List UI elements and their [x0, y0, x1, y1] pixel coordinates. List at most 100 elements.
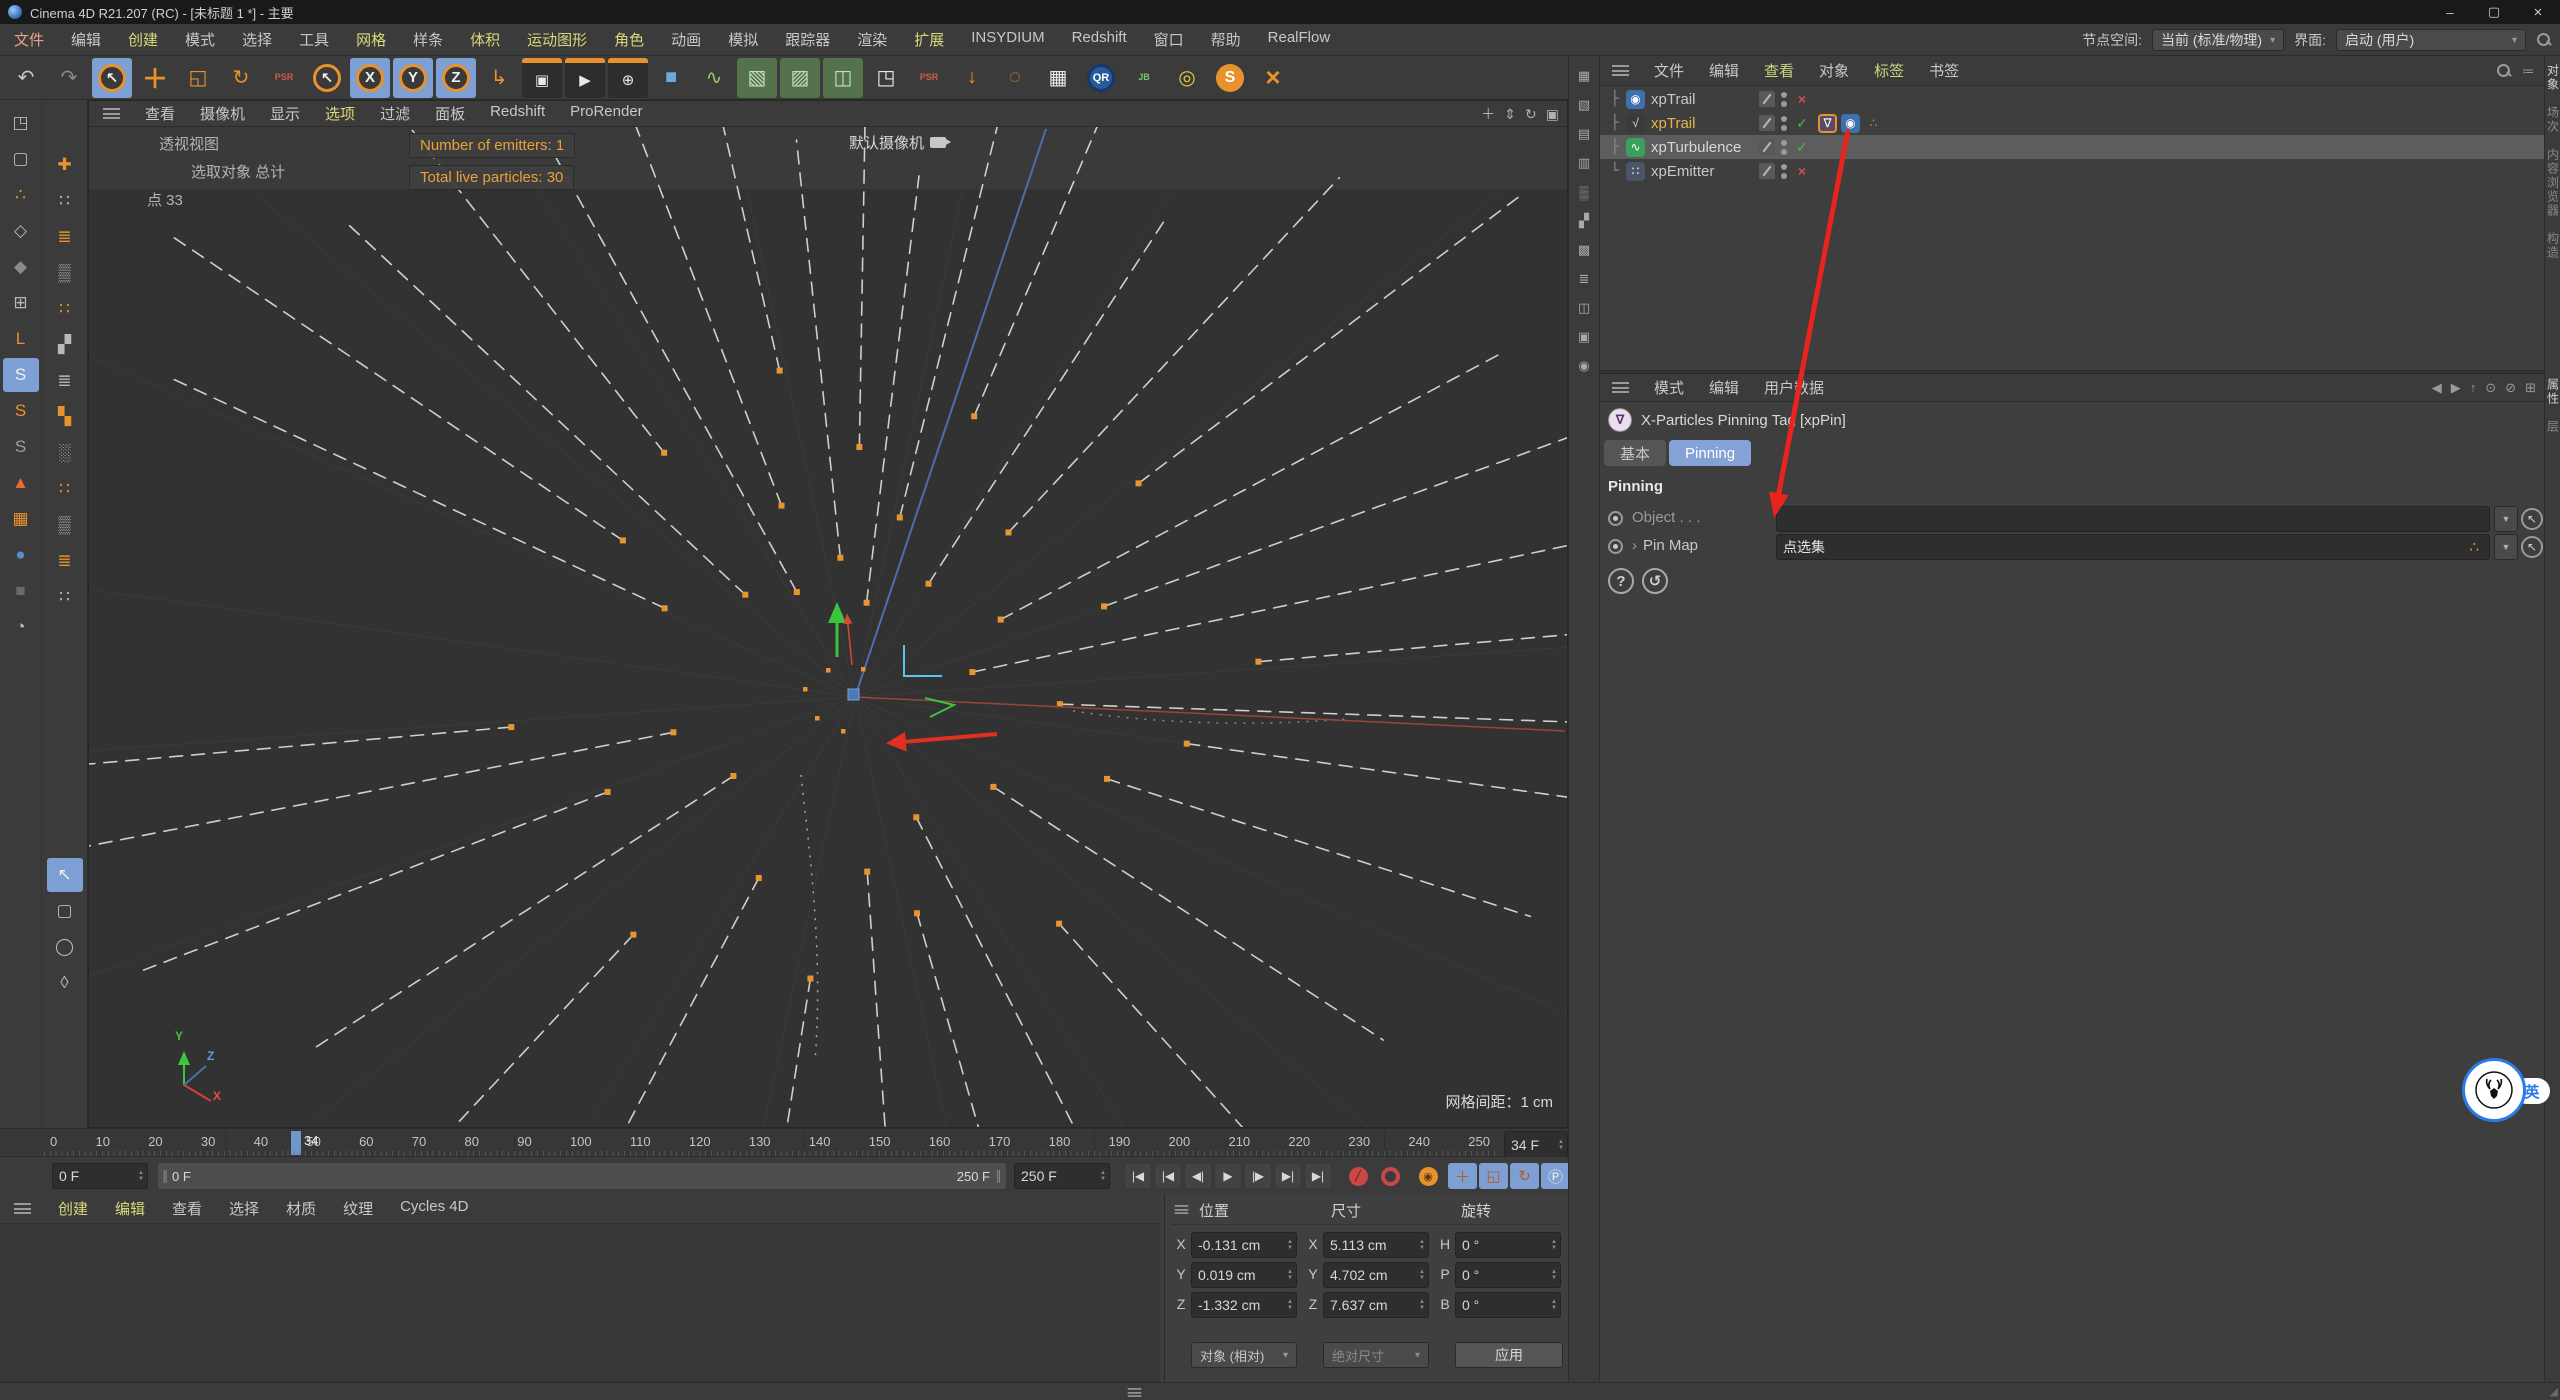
material-menu-item[interactable]: 查看 [172, 1198, 202, 1219]
prev-frame[interactable]: ◀| [1184, 1163, 1212, 1189]
menu-item[interactable]: 创建 [128, 29, 158, 50]
toolbar-button[interactable]: ◳ [866, 58, 906, 98]
menu-item[interactable]: INSYDIUM [971, 29, 1044, 50]
current-frame-field[interactable]: 34 F▲▼ [1504, 1131, 1568, 1158]
object-name[interactable]: xpTrail [1651, 91, 1759, 108]
vertical-panel-tab[interactable]: 场次 [2545, 106, 2560, 134]
toolbar-button[interactable]: ↖ [92, 58, 132, 98]
close-button[interactable]: × [2516, 0, 2560, 24]
docked-palette-icon[interactable]: ◫ [1572, 296, 1596, 320]
apply-button[interactable]: 应用 [1455, 1342, 1563, 1368]
material-menu-item[interactable]: 编辑 [115, 1198, 145, 1219]
docked-palette-icon[interactable]: ▒ [1572, 180, 1596, 204]
object-mode-select[interactable]: 对象 (相对)▾ [1191, 1342, 1297, 1368]
search-icon[interactable] [2536, 32, 2552, 48]
autokey-button[interactable] [1376, 1163, 1404, 1189]
menu-item[interactable]: 工具 [299, 29, 329, 50]
menu-item[interactable]: 帮助 [1211, 29, 1241, 50]
viewport-menu-item[interactable]: 摄像机 [200, 103, 245, 124]
palette-tool-icon[interactable]: ∷ [47, 184, 83, 218]
toolbar-button[interactable]: S [1210, 58, 1250, 98]
object-tag-icon[interactable]: ∇ [1818, 114, 1837, 133]
vertical-panel-tab[interactable]: 层 [2545, 420, 2560, 434]
toolbar-button[interactable]: Z [436, 58, 476, 98]
palette-tool-icon[interactable]: ∷ [47, 472, 83, 506]
toolbar-button[interactable]: QR [1081, 58, 1121, 98]
toolbar-button[interactable]: JB [1124, 58, 1164, 98]
viewport-menu-item[interactable]: 选项 [325, 103, 355, 124]
palette-tool-icon[interactable]: ◯ [47, 930, 83, 964]
docked-palette-icon[interactable]: ▤ [1572, 122, 1596, 146]
position-value-field[interactable]: 0.019 cm▲▼ [1191, 1262, 1297, 1288]
range-end-field[interactable]: 250 F▲▼ [1014, 1163, 1110, 1189]
object-manager-menu-item[interactable]: 编辑 [1709, 60, 1739, 81]
om-search-icon[interactable] [2496, 63, 2512, 79]
material-menu-item[interactable]: Cycles 4D [400, 1198, 468, 1219]
toolbar-button[interactable]: ▦ [1038, 58, 1078, 98]
palette-tool-icon[interactable]: ▒ [47, 508, 83, 542]
docked-palette-icon[interactable]: ▞ [1572, 209, 1596, 233]
coordinates-menu-icon[interactable] [1175, 1205, 1189, 1214]
pinmap-pick-button[interactable]: ↖ [2521, 536, 2543, 558]
attribute-nav-icon[interactable]: ▶ [2451, 380, 2461, 396]
minimize-button[interactable]: – [2428, 0, 2472, 24]
enable-check[interactable]: × [1794, 91, 1810, 107]
enable-check[interactable]: ✓ [1794, 115, 1810, 132]
palette-tool-icon[interactable]: ∷ [47, 292, 83, 326]
vertical-panel-tab[interactable]: 属性 [2545, 378, 2560, 406]
material-menu-icon[interactable] [14, 1203, 31, 1214]
toolbar-button[interactable]: ◱ [178, 58, 218, 98]
palette-tool-icon[interactable]: S [3, 358, 39, 392]
palette-tool-icon[interactable]: ▲ [3, 466, 39, 500]
menu-item[interactable]: RealFlow [1268, 29, 1331, 50]
enable-check[interactable]: × [1794, 163, 1810, 179]
menu-item[interactable]: 渲染 [857, 29, 887, 50]
size-mode-select[interactable]: 绝对尺寸▾ [1323, 1342, 1429, 1368]
docked-palette-icon[interactable]: ▧ [1572, 93, 1596, 117]
toolbar-button[interactable]: ◫ [823, 58, 863, 98]
size-value-field[interactable]: 7.637 cm▲▼ [1323, 1292, 1429, 1318]
timeline-ruler[interactable]: 0102030405060708090100110120130140150160… [0, 1128, 1600, 1156]
enable-check[interactable]: ✓ [1794, 139, 1810, 156]
material-menu-item[interactable]: 材质 [286, 1198, 316, 1219]
palette-tool-icon[interactable]: S [3, 430, 39, 464]
palette-tool-icon[interactable]: ∷ [47, 580, 83, 614]
palette-tool-icon[interactable]: ▢ [3, 142, 39, 176]
palette-tool-icon[interactable]: ≣ [47, 220, 83, 254]
palette-tool-icon[interactable]: ▢ [47, 894, 83, 928]
toolbar-button[interactable]: ↷ [49, 58, 89, 98]
attribute-tab[interactable]: Pinning [1669, 440, 1751, 466]
object-radio[interactable] [1608, 511, 1623, 526]
toolbar-button[interactable]: Y [393, 58, 433, 98]
keyframe-position[interactable]: ＋ [1448, 1163, 1477, 1189]
range-start-field[interactable]: 0 F▲▼ [52, 1163, 148, 1189]
palette-tool-icon[interactable]: ≣ [47, 544, 83, 578]
position-value-field[interactable]: -1.332 cm▲▼ [1191, 1292, 1297, 1318]
toolbar-button[interactable]: ▶ [565, 58, 605, 98]
palette-tool-icon[interactable]: L [3, 322, 39, 356]
size-value-field[interactable]: 4.702 cm▲▼ [1323, 1262, 1429, 1288]
material-menu-item[interactable]: 创建 [58, 1198, 88, 1219]
object-type-icon[interactable]: √ [1626, 114, 1645, 133]
edit-enable-toggle[interactable] [1759, 115, 1775, 131]
toggle-view-icon[interactable]: ▣ [1546, 106, 1559, 123]
menu-item[interactable]: 模式 [185, 29, 215, 50]
attribute-nav-icon[interactable]: ⊘ [2505, 380, 2516, 396]
object-row[interactable]: ├ ◉ xpTrail × [1600, 87, 2544, 111]
docked-palette-icon[interactable]: ▣ [1572, 325, 1596, 349]
menu-item[interactable]: 扩展 [914, 29, 944, 50]
object-manager-menu-item[interactable]: 查看 [1764, 60, 1794, 81]
palette-tool-icon[interactable]: ▦ [3, 502, 39, 536]
visibility-dots[interactable] [1781, 116, 1787, 131]
toolbar-button[interactable]: ▣ [522, 58, 562, 98]
palette-tool-icon[interactable]: ▞ [47, 328, 83, 362]
object-manager-menu-item[interactable]: 标签 [1874, 60, 1904, 81]
pinmap-field[interactable]: 点选集 ∴ [1776, 534, 2490, 560]
toolbar-button[interactable]: ▨ [780, 58, 820, 98]
menu-item[interactable]: 跟踪器 [785, 29, 830, 50]
menu-item[interactable]: 运动图形 [527, 29, 587, 50]
help-button[interactable]: ? [1608, 568, 1634, 594]
vertical-panel-tab[interactable]: 内容浏览器 [2545, 148, 2560, 218]
object-name[interactable]: xpTurbulence [1651, 139, 1759, 156]
object-type-icon[interactable]: ◉ [1626, 90, 1645, 109]
